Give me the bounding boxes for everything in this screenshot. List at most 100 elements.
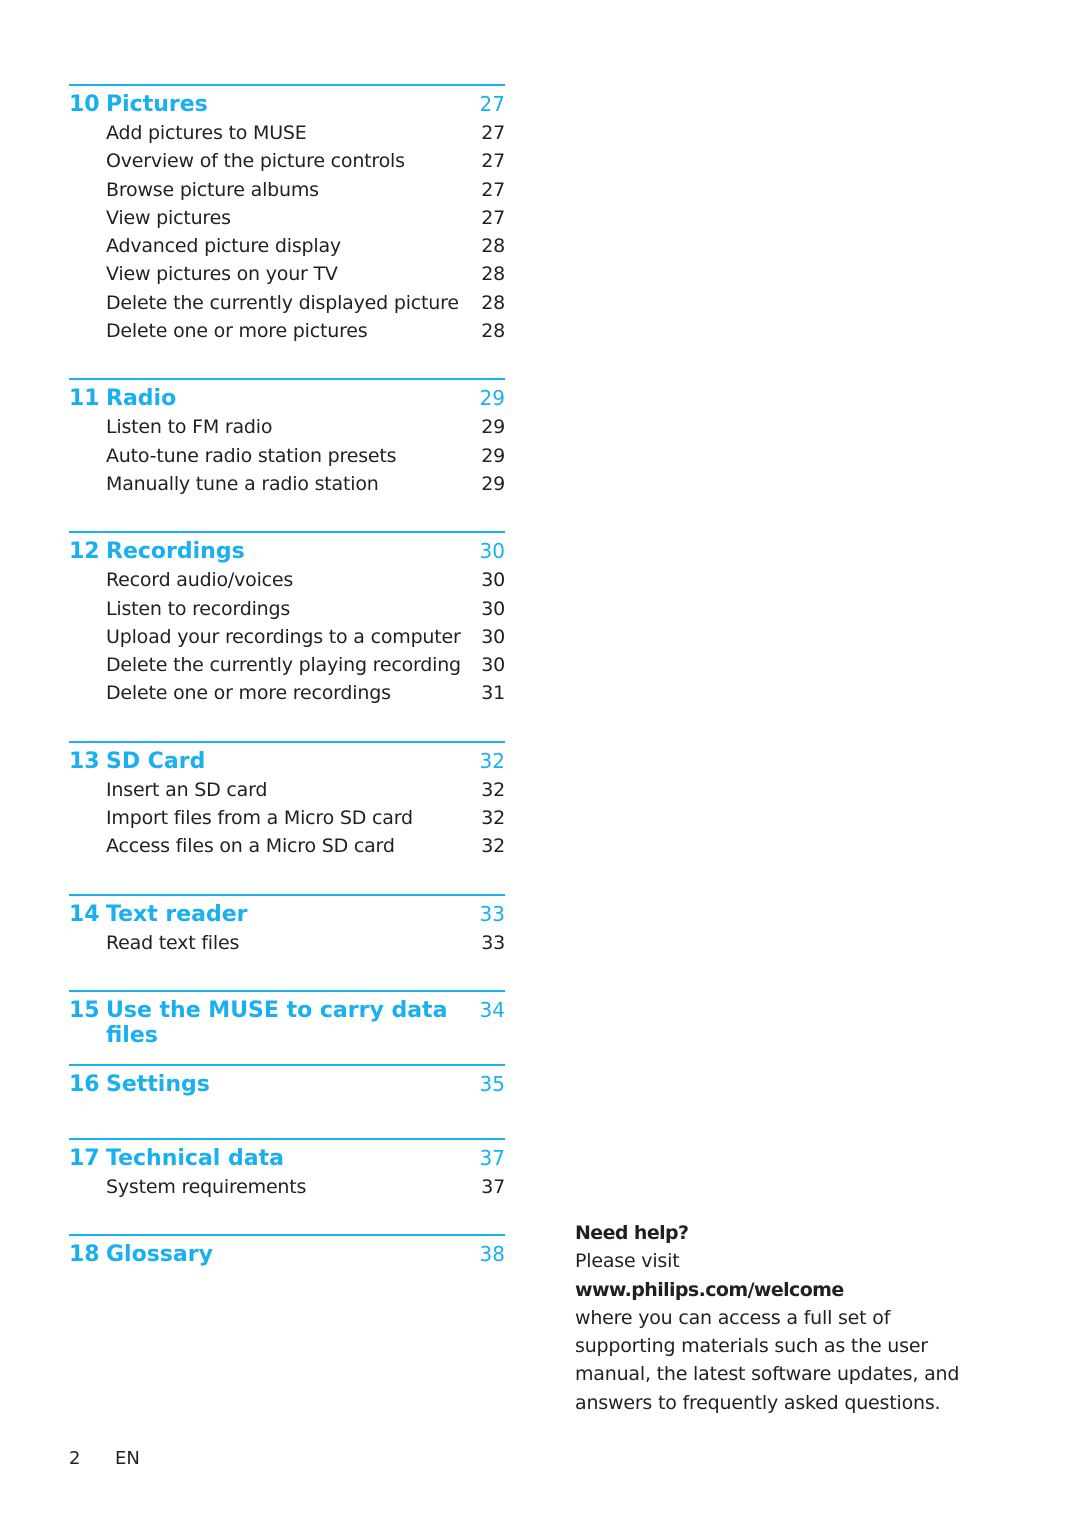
toc-entry-link[interactable]: Import files from a Micro SD card 32 bbox=[69, 807, 505, 835]
section-title: Glossary bbox=[106, 1242, 213, 1268]
help-heading: Need help? bbox=[575, 1222, 689, 1244]
entry-page-number: 27 bbox=[481, 206, 505, 229]
entry-title: System requirements bbox=[106, 1175, 307, 1198]
section-number: 14 bbox=[69, 901, 100, 927]
section-title: SD Card bbox=[106, 748, 206, 774]
entry-page-number: 32 bbox=[481, 807, 505, 830]
section-page-number: 32 bbox=[479, 748, 505, 773]
toc-section-heading-link[interactable]: 12 Recordings 30 bbox=[69, 539, 505, 569]
entry-title: Auto-tune radio station presets bbox=[106, 444, 397, 467]
toc-section: 12 Recordings 30 Record audio/voices 30 Liste… bbox=[69, 531, 505, 710]
help-url-link[interactable]: www.philips.com/welcome bbox=[575, 1276, 995, 1304]
entry-title: Delete the currently playing recording bbox=[106, 654, 461, 677]
toc-entry-link[interactable]: Record audio/voices 30 bbox=[69, 569, 505, 597]
toc-section-heading-link[interactable]: 10 Pictures 27 bbox=[69, 92, 505, 122]
toc-entry-link[interactable]: Insert an SD card 32 bbox=[69, 779, 505, 807]
entry-page-number: 33 bbox=[481, 931, 505, 954]
section-page-number: 33 bbox=[479, 901, 505, 926]
entry-page-number: 28 bbox=[481, 291, 505, 314]
toc-entry-link[interactable]: Upload your recordings to a computer 30 bbox=[69, 626, 505, 654]
help-intro: Please visit bbox=[575, 1250, 680, 1273]
toc-entry-link[interactable]: Advanced picture display 28 bbox=[69, 235, 505, 263]
entry-title: Upload your recordings to a computer bbox=[106, 625, 461, 648]
toc-section: 18 Glossary 38 bbox=[69, 1234, 505, 1278]
entry-page-number: 30 bbox=[481, 569, 505, 592]
section-number: 16 bbox=[69, 1071, 100, 1097]
entry-page-number: 30 bbox=[481, 625, 505, 648]
page-footer: 2 EN bbox=[69, 1448, 140, 1469]
toc-entry-link[interactable]: Overview of the picture controls 27 bbox=[69, 150, 505, 178]
section-page-number: 30 bbox=[479, 539, 505, 564]
toc-entry-link[interactable]: Delete the currently playing recording 30 bbox=[69, 654, 505, 682]
toc-entry-link[interactable]: Delete one or more pictures 28 bbox=[69, 320, 505, 348]
toc-entry-link[interactable]: Listen to FM radio 29 bbox=[69, 416, 505, 444]
section-title: Text reader bbox=[106, 901, 248, 927]
entry-title: Add pictures to MUSE bbox=[106, 122, 307, 144]
section-title: Radio bbox=[106, 386, 177, 412]
entry-title: View pictures on your TV bbox=[106, 263, 338, 286]
entry-title: Delete the currently displayed picture bbox=[106, 291, 459, 314]
section-page-number: 38 bbox=[479, 1242, 505, 1267]
section-page-number: 29 bbox=[479, 386, 505, 411]
toc-section-heading-link[interactable]: 11 Radio 29 bbox=[69, 386, 505, 416]
toc-entry-link[interactable]: Browse picture albums 27 bbox=[69, 179, 505, 207]
toc-section-heading-link[interactable]: 17 Technical data 37 bbox=[69, 1146, 505, 1176]
entry-title: Insert an SD card bbox=[106, 778, 268, 801]
toc-section: 17 Technical data 37 System requirements 37 bbox=[69, 1137, 505, 1204]
toc-entry-link[interactable]: System requirements 37 bbox=[69, 1176, 505, 1204]
entry-page-number: 32 bbox=[481, 778, 505, 801]
section-page-number: 37 bbox=[479, 1145, 505, 1170]
section-number: 12 bbox=[69, 539, 100, 565]
toc-section: 11 Radio 29 Listen to FM radio 29 Auto-tune r… bbox=[69, 378, 505, 501]
section-number: 13 bbox=[69, 748, 100, 774]
toc-section: 14 Text reader 33 Read text files 33 bbox=[69, 893, 505, 960]
toc-section-heading-link[interactable]: 14 Text reader 33 bbox=[69, 902, 505, 932]
entry-title: View pictures bbox=[106, 206, 231, 229]
section-page-number: 34 bbox=[479, 997, 505, 1022]
toc-entry-link[interactable]: Auto-tune radio station presets 29 bbox=[69, 445, 505, 473]
section-number: 15 bbox=[69, 997, 100, 1023]
entry-title: Import files from a Micro SD card bbox=[106, 807, 413, 830]
entry-page-number: 28 bbox=[481, 263, 505, 286]
toc-entry-link[interactable]: Delete the currently displayed picture 28 bbox=[69, 292, 505, 320]
section-title: Recordings bbox=[106, 539, 245, 565]
entry-title: Access files on a Micro SD card bbox=[106, 835, 395, 858]
entry-title: Manually tune a radio station bbox=[106, 472, 379, 495]
entry-page-number: 37 bbox=[481, 1175, 505, 1198]
entry-page-number: 30 bbox=[481, 654, 505, 677]
toc-entry-link[interactable]: Manually tune a radio station 29 bbox=[69, 473, 505, 501]
toc-section-heading-link[interactable]: 16 Settings 35 bbox=[69, 1072, 505, 1102]
toc-entry-link[interactable]: Access files on a Micro SD card 32 bbox=[69, 835, 505, 863]
toc-entry-link[interactable]: View pictures 27 bbox=[69, 207, 505, 235]
toc-entry-link[interactable]: Delete one or more recordings 31 bbox=[69, 682, 505, 710]
toc-entry-link[interactable]: Add pictures to MUSE 27 bbox=[69, 122, 505, 150]
toc-entry-link[interactable]: Read text files 33 bbox=[69, 932, 505, 960]
section-title: Pictures bbox=[106, 92, 208, 117]
entry-page-number: 29 bbox=[481, 472, 505, 495]
section-page-number: 27 bbox=[479, 92, 505, 116]
entry-page-number: 28 bbox=[481, 320, 505, 343]
toc-section-heading-link[interactable]: 13 SD Card 32 bbox=[69, 749, 505, 779]
entry-title: Delete one or more recordings bbox=[106, 682, 391, 705]
section-number: 17 bbox=[69, 1145, 100, 1171]
section-title: Technical data bbox=[106, 1145, 284, 1171]
entry-page-number: 30 bbox=[481, 597, 505, 620]
entry-page-number: 27 bbox=[481, 178, 505, 201]
toc-section-heading-link[interactable]: 18 Glossary 38 bbox=[69, 1242, 505, 1272]
entry-title: Record audio/voices bbox=[106, 569, 294, 592]
table-of-contents: 10 Pictures 27 Add pictures to MUSE 27 Overvi… bbox=[69, 84, 505, 1278]
entry-title: Advanced picture display bbox=[106, 235, 341, 258]
section-title: Settings bbox=[106, 1071, 210, 1097]
toc-entry-link[interactable]: View pictures on your TV 28 bbox=[69, 263, 505, 291]
entry-page-number: 29 bbox=[481, 444, 505, 467]
toc-entry-link[interactable]: Listen to recordings 30 bbox=[69, 598, 505, 626]
toc-section: 13 SD Card 32 Insert an SD card 32 Import fil… bbox=[69, 740, 505, 864]
entry-page-number: 28 bbox=[481, 235, 505, 258]
entry-title: Listen to recordings bbox=[106, 597, 291, 620]
toc-section-heading-link[interactable]: 15 Use the MUSE to carry data files 34 bbox=[69, 997, 505, 1048]
toc-section: 10 Pictures 27 Add pictures to MUSE 27 Overvi… bbox=[69, 84, 505, 348]
entry-title: Overview of the picture controls bbox=[106, 150, 405, 173]
section-title: Use the MUSE to carry data files bbox=[106, 997, 448, 1048]
entry-title: Read text files bbox=[106, 931, 240, 954]
section-number: 10 bbox=[69, 92, 100, 117]
